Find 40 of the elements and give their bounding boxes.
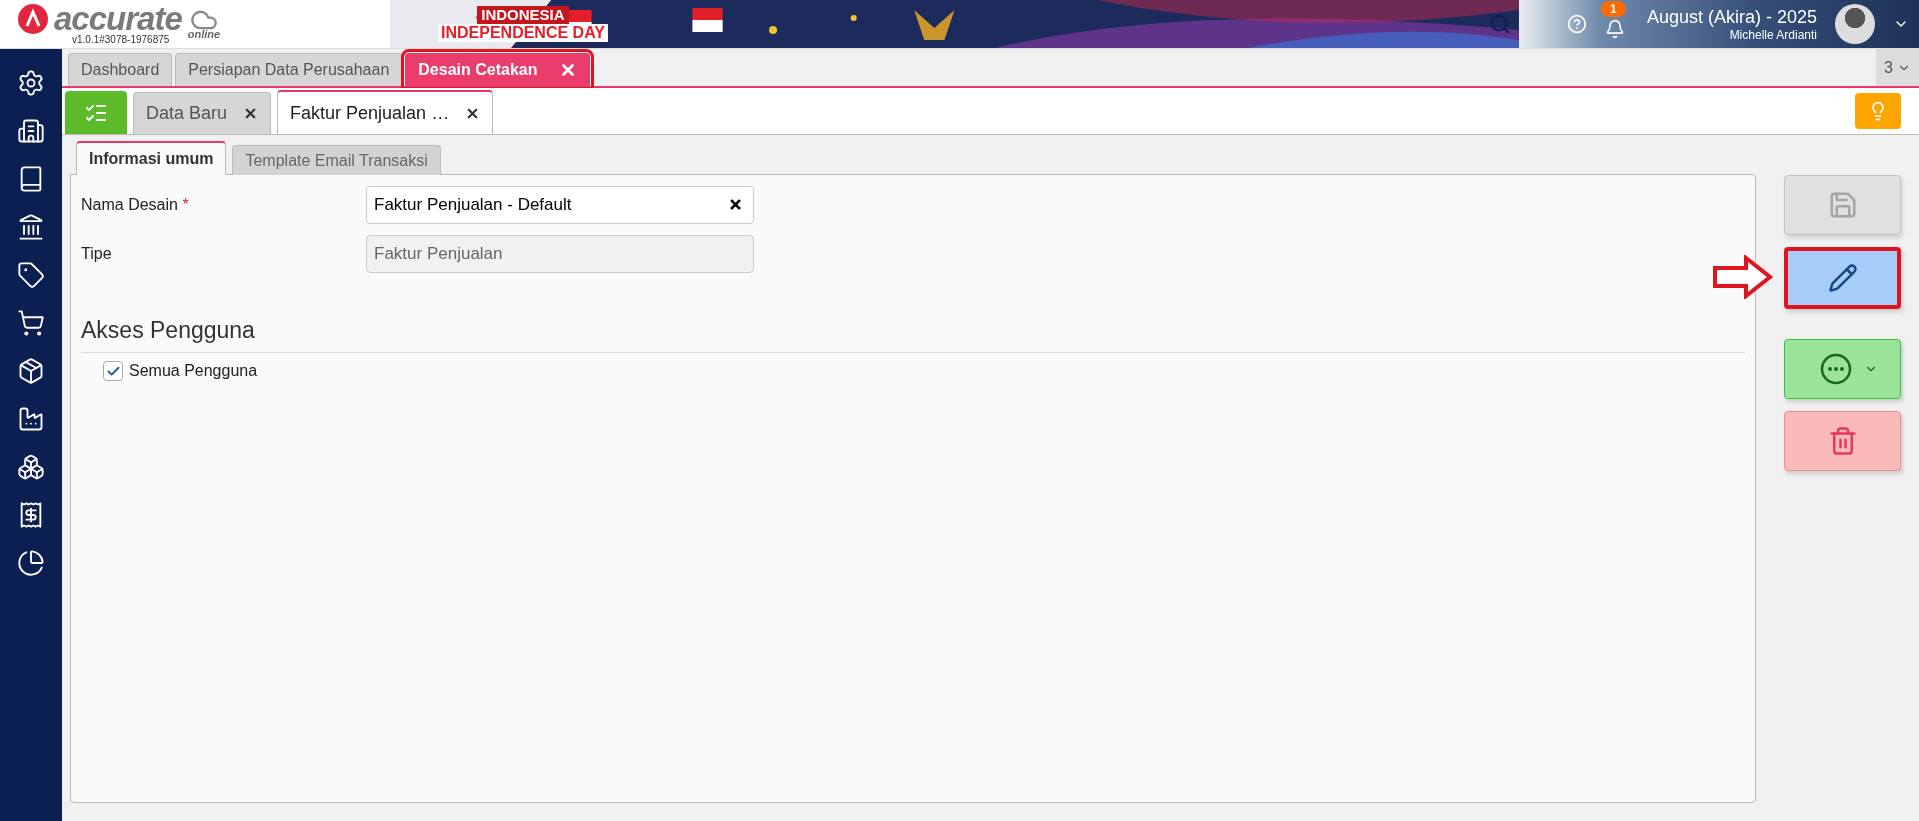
field-label: Tipe	[81, 244, 113, 263]
factory-icon[interactable]	[17, 405, 45, 433]
logo-icon	[18, 4, 48, 34]
tab-count-dropdown[interactable]: 3	[1876, 49, 1919, 86]
text-field[interactable]: Faktur Penjualan - Default	[366, 185, 754, 224]
form-tab[interactable]: Template Email Transaksi	[232, 145, 441, 175]
gear-icon[interactable]	[17, 69, 45, 97]
cart-icon[interactable]	[17, 309, 45, 337]
bank-icon[interactable]	[17, 213, 45, 241]
pencil-icon	[1827, 263, 1858, 293]
period-text: August (Akira) - 2025	[1646, 6, 1817, 28]
boxes-icon[interactable]	[17, 453, 45, 481]
brand-name: accurate	[54, 4, 182, 34]
notification-badge: 1	[1601, 1, 1626, 17]
building-icon[interactable]	[17, 117, 45, 145]
document-tab[interactable]: Faktur Penjualan …	[277, 90, 494, 134]
tag-icon[interactable]	[17, 261, 45, 289]
banner-text: INDONESIA	[477, 6, 569, 24]
clear-icon[interactable]	[728, 197, 743, 212]
version-text: v1.0.1#3078-1976875	[72, 34, 171, 45]
user-name: Michelle Ardianti	[1729, 28, 1817, 42]
pie-chart-icon[interactable]	[17, 549, 45, 577]
more-icon	[1819, 353, 1852, 385]
form-tab[interactable]: Informasi umum	[76, 141, 227, 175]
delete-button[interactable]	[1784, 411, 1901, 471]
bell-icon[interactable]	[1605, 19, 1625, 39]
section-heading: Akses Pengguna	[81, 317, 1745, 353]
field-label: Nama Desain *	[81, 195, 190, 214]
edit-button[interactable]	[1784, 247, 1901, 309]
avatar[interactable]	[1835, 4, 1875, 44]
module-tab[interactable]: Persiapan Data Perusahaan	[175, 53, 403, 86]
brand-suffix: online	[187, 28, 221, 40]
more-button[interactable]	[1784, 339, 1901, 399]
banner-text: INDEPENDENCE DAY	[438, 24, 608, 42]
document-tab[interactable]: Data Baru	[133, 92, 272, 134]
module-tab[interactable]: Dashboard	[68, 53, 173, 86]
help-icon[interactable]	[1567, 14, 1587, 34]
checkbox[interactable]	[103, 361, 123, 381]
checkbox-label: Semua Pengguna	[129, 362, 258, 380]
package-icon[interactable]	[17, 357, 45, 385]
